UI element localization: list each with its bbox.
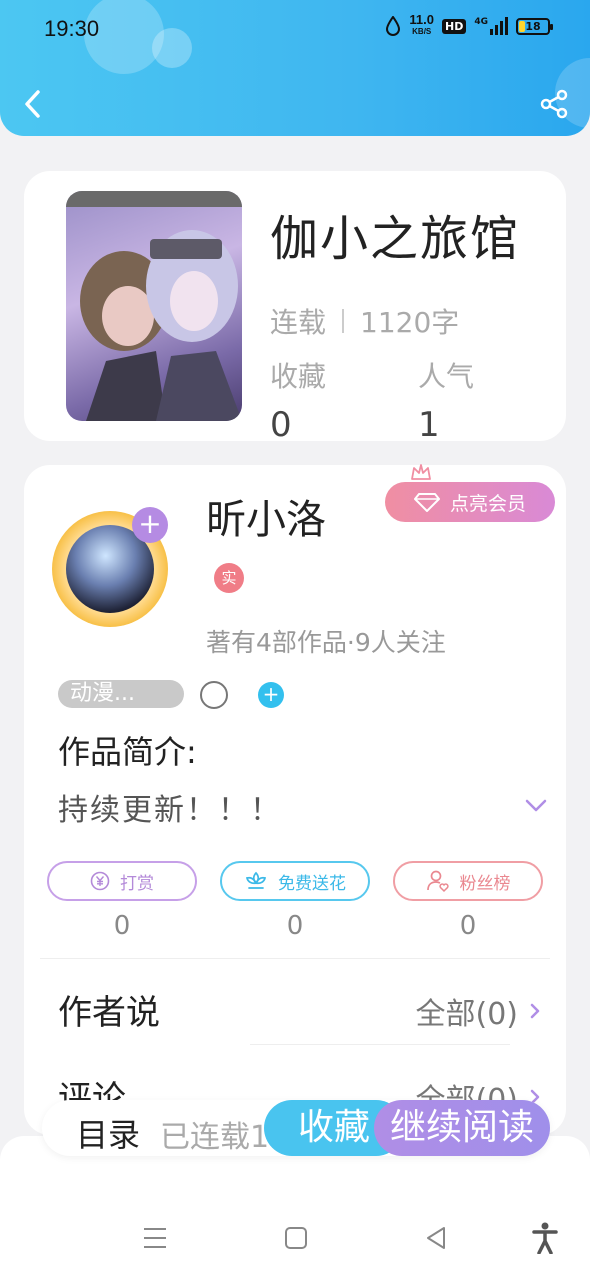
book-info-card: 伽小之旅馆 连载 1120字 收藏 人气 0 1 xyxy=(24,171,566,445)
bottom-action-bar: 目录 已连载1 收藏 继续阅读 xyxy=(42,1100,550,1156)
diamond-icon xyxy=(413,493,440,512)
divider xyxy=(40,958,550,959)
author-card: + 昕小洛 点亮会员 实 著有4部作品·9人关注 动漫... + 作品简介: 持… xyxy=(24,464,566,1135)
book-status: 连载 xyxy=(270,306,327,339)
user-heart-icon xyxy=(426,870,449,893)
tag-circle-icon[interactable] xyxy=(200,681,228,709)
reward-label: 打赏 xyxy=(120,873,154,894)
vip-label: 点亮会员 xyxy=(449,492,526,515)
back-arrow-icon[interactable] xyxy=(18,84,48,124)
continue-reading-button[interactable]: 继续阅读 xyxy=(374,1100,550,1156)
fans-count: 0 xyxy=(459,911,477,941)
follow-button[interactable]: + xyxy=(132,507,168,543)
flower-icon xyxy=(245,871,267,889)
book-cover[interactable] xyxy=(66,191,242,421)
flower-label: 免费送花 xyxy=(278,873,346,894)
status-bar: 19:30 11.0 KB/S HD 4G 18 xyxy=(0,0,590,58)
flower-button[interactable]: 免费送花 xyxy=(220,861,370,901)
signal-icon: 4G xyxy=(474,17,508,35)
status-icons: 11.0 KB/S HD 4G 18 xyxy=(385,12,553,38)
back-triangle-icon[interactable] xyxy=(424,1226,448,1250)
intro-title: 作品简介: xyxy=(58,733,197,771)
genre-tag[interactable]: 动漫... xyxy=(58,680,184,708)
pop-stat-label: 人气 xyxy=(418,360,475,393)
hd-icon: HD xyxy=(442,18,467,34)
status-time: 19:30 xyxy=(44,16,100,41)
author-says-all-link[interactable]: 全部(0) xyxy=(416,989,543,1033)
yen-icon xyxy=(90,871,110,891)
cover-art-image xyxy=(66,191,242,421)
home-square-icon[interactable] xyxy=(284,1226,308,1250)
fans-rank-button[interactable]: 粉丝榜 xyxy=(393,861,543,901)
author-name[interactable]: 昕小洛 xyxy=(206,487,326,545)
divider xyxy=(250,1044,510,1045)
toc-button[interactable]: 目录 xyxy=(76,1110,140,1156)
accessibility-icon[interactable] xyxy=(532,1222,558,1254)
book-title: 伽小之旅馆 xyxy=(270,211,521,267)
author-stats: 著有4部作品·9人关注 xyxy=(206,628,446,657)
intro-text: 持续更新！！！ xyxy=(58,793,282,828)
chevron-down-icon[interactable] xyxy=(524,797,548,813)
author-says-title: 作者说 xyxy=(58,993,160,1033)
serial-progress: 已连载1 xyxy=(160,1120,270,1155)
vip-button[interactable]: 点亮会员 xyxy=(385,482,555,522)
real-name-badge: 实 xyxy=(214,563,244,593)
menu-icon[interactable] xyxy=(142,1226,168,1250)
add-tag-button[interactable]: + xyxy=(258,682,284,708)
reward-button[interactable]: 打赏 xyxy=(47,861,197,901)
net-speed: 11.0 KB/S xyxy=(409,12,434,36)
pop-stat-value: 1 xyxy=(418,405,440,445)
word-count: 1120字 xyxy=(360,306,460,339)
fav-stat-value: 0 xyxy=(270,405,292,445)
author-says-all-label: 全部(0) xyxy=(415,997,519,1032)
fav-stat-label: 收藏 xyxy=(270,360,327,393)
fans-label: 粉丝榜 xyxy=(459,873,511,894)
share-icon[interactable] xyxy=(538,88,570,120)
drop-icon xyxy=(386,16,401,36)
crown-icon xyxy=(411,464,431,480)
system-nav-bar xyxy=(0,1136,590,1280)
reward-count: 0 xyxy=(113,911,131,941)
book-meta: 连载 1120字 xyxy=(270,301,459,341)
flower-count: 0 xyxy=(286,911,304,941)
battery-icon: 18 xyxy=(516,17,553,35)
meta-divider xyxy=(342,309,345,333)
top-header: 19:30 11.0 KB/S HD 4G 18 xyxy=(0,0,590,136)
chevron-right-icon xyxy=(530,1003,540,1019)
